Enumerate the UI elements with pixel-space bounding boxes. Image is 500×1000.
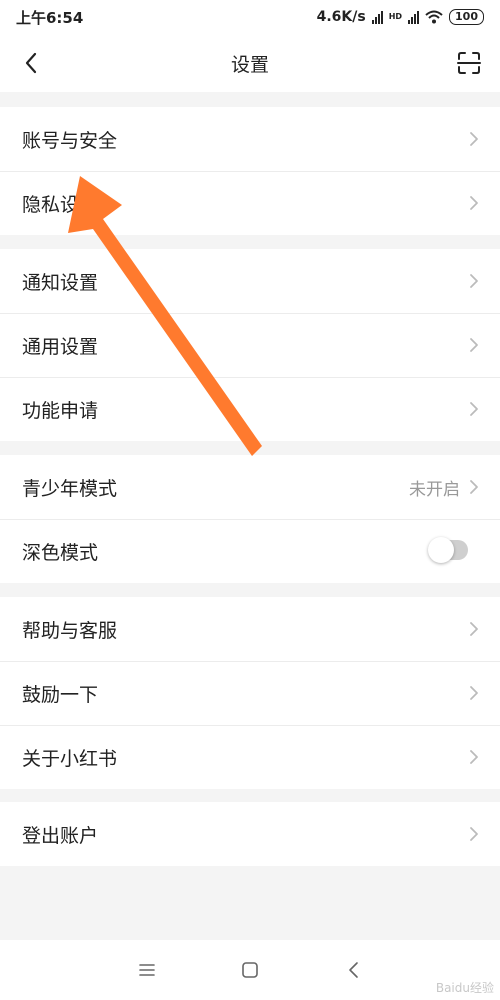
row-label: 通知设置 [22,271,99,294]
settings-group-general: 通知设置 通用设置 功能申请 [0,249,500,441]
dark-mode-toggle[interactable] [428,537,468,563]
row-logout[interactable]: 登出账户 [0,802,500,866]
row-encourage[interactable]: 鼓励一下 [0,661,500,725]
toggle-knob [428,537,454,563]
chevron-right-icon [470,827,478,841]
row-label: 深色模式 [22,541,99,564]
chevron-right-icon [470,132,478,146]
status-icons: 4.6K/s HD 100 [317,9,484,25]
settings-group-about: 帮助与客服 鼓励一下 关于小红书 [0,597,500,789]
chevron-right-icon [470,686,478,700]
settings-group-modes: 青少年模式 未开启 深色模式 [0,455,500,583]
row-label: 鼓励一下 [22,683,99,706]
network-speed: 4.6K/s [316,9,366,25]
back-icon[interactable] [342,958,366,982]
battery-icon: 100 [449,9,484,25]
row-label: 功能申请 [22,399,99,422]
row-label: 关于小红书 [22,747,118,770]
settings-group-logout: 登出账户 [0,802,500,866]
row-notification-settings[interactable]: 通知设置 [0,249,500,313]
row-label: 账号与安全 [22,129,118,152]
scan-icon[interactable] [454,48,484,78]
row-label: 帮助与客服 [22,619,118,642]
menu-icon[interactable] [135,958,159,982]
row-privacy-settings[interactable]: 隐私设置 [0,171,500,235]
row-teen-mode[interactable]: 青少年模式 未开启 [0,455,500,519]
chevron-right-icon [470,338,478,352]
system-nav-bar [0,940,500,1000]
header: 设置 [0,34,500,92]
row-feature-request[interactable]: 功能申请 [0,377,500,441]
row-help-support[interactable]: 帮助与客服 [0,597,500,661]
row-account-security[interactable]: 账号与安全 [0,107,500,171]
chevron-right-icon [470,402,478,416]
chevron-right-icon [470,750,478,764]
row-label: 登出账户 [22,824,99,847]
signal-icon [371,10,383,24]
row-label: 通用设置 [22,335,99,358]
row-general-settings[interactable]: 通用设置 [0,313,500,377]
chevron-right-icon [470,196,478,210]
row-label: 青少年模式 [22,477,118,500]
chevron-left-icon[interactable] [18,48,48,78]
row-label: 隐私设置 [22,193,99,216]
signal-icon-2 [408,10,420,24]
row-about[interactable]: 关于小红书 [0,725,500,789]
row-dark-mode: 深色模式 [0,519,500,583]
watermark: Baidu经验 [435,981,494,995]
chevron-right-icon [470,622,478,636]
teen-mode-status: 未开启 [409,479,460,500]
wifi-icon [425,10,443,24]
chevron-right-icon [470,274,478,288]
page-title: 设置 [230,53,269,76]
home-icon[interactable] [238,958,262,982]
settings-group-account: 账号与安全 隐私设置 [0,107,500,235]
hd-label: HD [388,12,403,21]
status-bar: 上午6:54 4.6K/s HD 100 [0,0,500,34]
status-time: 上午6:54 [16,8,84,27]
chevron-right-icon [470,480,478,494]
